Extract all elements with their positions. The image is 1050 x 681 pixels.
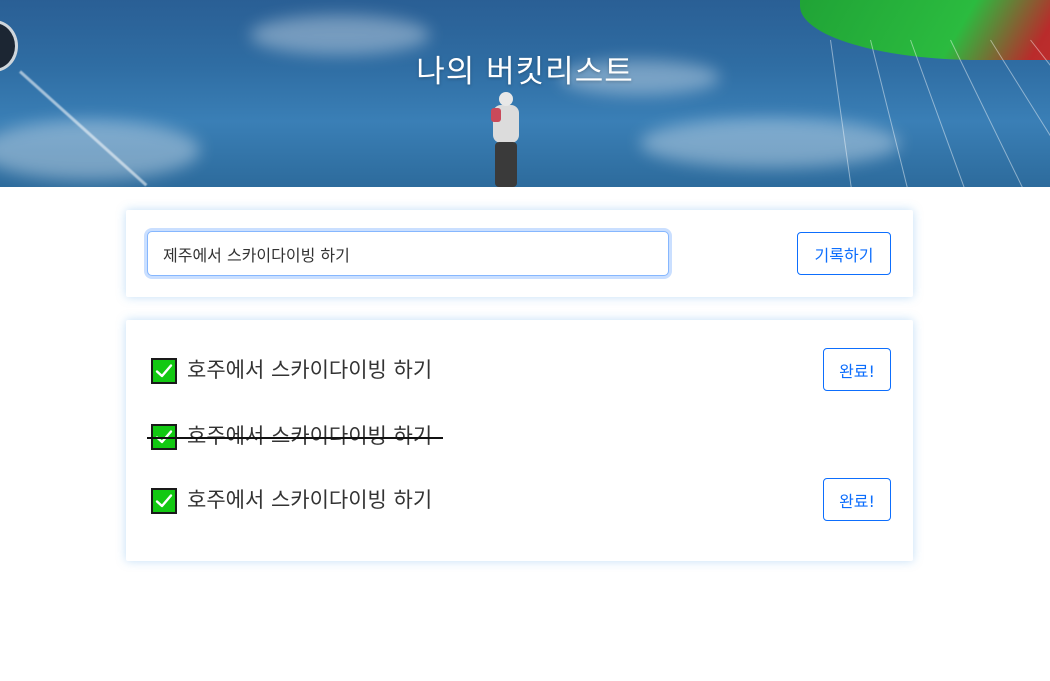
checkmark-icon: [151, 488, 177, 514]
checkmark-icon: [151, 358, 177, 384]
bucket-item-text: 호주에서 스카이다이빙 하기: [187, 358, 433, 382]
bucket-input[interactable]: [147, 231, 669, 276]
skydiver-image: [488, 92, 522, 187]
header-banner: 나의 버킷리스트: [0, 0, 1050, 187]
bucket-item-done: 호주에서 스카이다이빙 하기: [147, 414, 891, 457]
bucket-item: 호주에서 스카이다이빙 하기 완료!: [151, 478, 891, 521]
bucket-input-card: 기록하기: [126, 210, 913, 297]
page-title: 나의 버킷리스트: [416, 54, 634, 90]
bucket-item: 호주에서 스카이다이빙 하기 완료!: [151, 348, 891, 391]
bucket-item-text: 호주에서 스카이다이빙 하기: [187, 424, 433, 448]
record-button[interactable]: 기록하기: [797, 232, 891, 275]
strikethrough-line: [147, 437, 443, 439]
complete-button[interactable]: 완료!: [823, 478, 891, 521]
bucket-item-text: 호주에서 스카이다이빙 하기: [187, 488, 433, 512]
bucket-list-card: 호주에서 스카이다이빙 하기 완료! 호주에서 스카이다이빙 하기 호주에서 스…: [126, 320, 913, 561]
complete-button[interactable]: 완료!: [823, 348, 891, 391]
